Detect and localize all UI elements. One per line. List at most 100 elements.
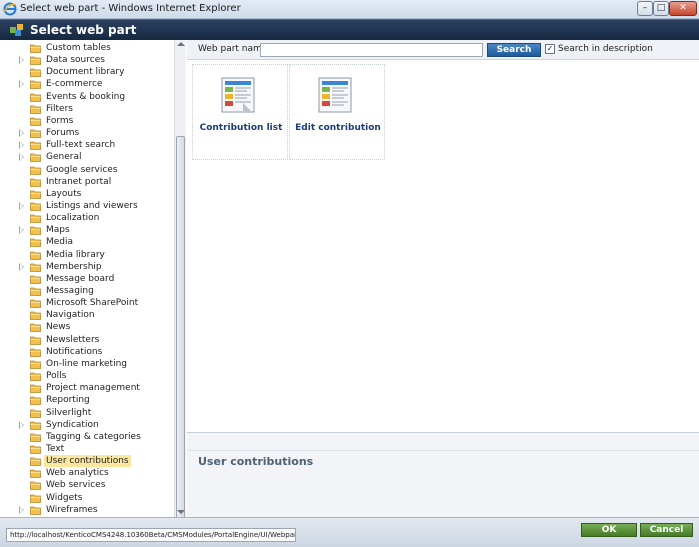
tree-item[interactable]: Navigation — [0, 310, 170, 322]
webpart-name-input[interactable] — [260, 43, 483, 57]
tree-scrollbar[interactable] — [174, 40, 186, 542]
description-divider — [187, 450, 699, 451]
scroll-thumb[interactable] — [176, 136, 185, 542]
tree-item-label: Notifications — [46, 346, 103, 357]
folder-icon — [30, 359, 41, 369]
tree-item-label: E-commerce — [46, 79, 103, 90]
cancel-button[interactable]: Cancel — [640, 523, 693, 537]
minimize-button[interactable]: – — [637, 1, 653, 16]
folder-icon — [30, 432, 41, 442]
expand-arrow-icon[interactable] — [19, 153, 24, 162]
folder-icon — [30, 55, 41, 66]
folder-icon — [30, 165, 41, 175]
tree-item[interactable]: Web services — [0, 480, 170, 492]
folder-icon — [30, 468, 41, 479]
tree-item[interactable]: Tagging & categories — [0, 432, 170, 444]
folder-icon — [30, 493, 41, 503]
folder-icon — [30, 189, 41, 199]
folder-icon — [30, 201, 41, 211]
tree-item-label: Document library — [46, 67, 125, 78]
expand-arrow-icon[interactable] — [19, 505, 24, 514]
window-titlebar: Select web part - Windows Internet Explo… — [0, 0, 699, 19]
category-tree: Custom tables Data sources Document librar… — [0, 40, 186, 517]
tree-item-label: Widgets — [46, 492, 83, 503]
folder-icon — [30, 140, 41, 151]
expand-arrow-icon[interactable] — [19, 141, 24, 150]
tree-item[interactable]: On-line marketing — [0, 359, 170, 371]
tree-item-label: Localization — [46, 213, 100, 224]
tree-item[interactable]: Maps — [0, 225, 170, 237]
tree-item[interactable]: Events & booking — [0, 92, 170, 104]
tree-item-label: Syndication — [46, 419, 99, 430]
tree-item[interactable]: Filters — [0, 104, 170, 116]
tree-item[interactable]: Full-text search — [0, 140, 170, 152]
window-title: Select web part - Windows Internet Explo… — [20, 3, 241, 14]
folder-icon — [30, 104, 41, 114]
expand-arrow-icon[interactable] — [19, 420, 24, 429]
folder-icon — [30, 395, 41, 406]
folder-icon — [30, 310, 41, 321]
expand-arrow-icon[interactable] — [19, 201, 24, 210]
folder-icon — [30, 152, 41, 163]
tree-item-label: Wireframes — [46, 504, 98, 515]
folder-icon — [30, 480, 41, 491]
description-panel: User contributions — [187, 432, 699, 517]
webpart-tile-edit-contribution[interactable]: Edit contribution — [289, 64, 385, 160]
scroll-up-arrow-icon[interactable] — [177, 42, 185, 46]
tree-item[interactable]: Forms — [0, 116, 170, 128]
tree-item[interactable]: Wireframes — [0, 505, 170, 517]
tree-item-label: On-line marketing — [46, 358, 127, 369]
folder-icon — [30, 371, 41, 381]
tree-item-label: Layouts — [46, 188, 82, 199]
expand-arrow-icon[interactable] — [19, 129, 24, 138]
search-button[interactable]: Search — [487, 43, 541, 57]
tree-item-label: Maps — [46, 225, 70, 236]
description-title: User contributions — [198, 455, 314, 468]
folder-icon — [30, 322, 41, 333]
tree-item-label: Membership — [46, 261, 102, 272]
maximize-button[interactable]: □ — [653, 1, 669, 16]
webpart-content: Web part name: Search ✓ Search in descri… — [187, 40, 699, 517]
ok-button[interactable]: OK — [581, 523, 637, 537]
web-part-icon — [10, 24, 23, 36]
expand-arrow-icon[interactable] — [19, 262, 24, 271]
folder-icon — [30, 347, 41, 357]
folder-icon — [30, 128, 41, 138]
folder-icon — [30, 286, 41, 296]
tree-item[interactable]: Localization — [0, 213, 170, 225]
edit-contribution-icon — [318, 77, 352, 113]
tree-item-label: Polls — [46, 371, 67, 382]
expand-arrow-icon[interactable] — [19, 80, 24, 89]
folder-icon — [30, 298, 41, 309]
folder-icon — [30, 67, 41, 78]
tree-item-label: Project management — [46, 383, 140, 394]
scroll-down-arrow-icon[interactable] — [177, 510, 185, 514]
tree-item-label: Google services — [46, 164, 118, 175]
tree-item[interactable]: Intranet portal — [0, 177, 170, 189]
folder-icon — [30, 92, 41, 102]
status-url: http://localhost/KenticoCMS4248.10360Bet… — [6, 528, 296, 542]
search-in-description-label[interactable]: Search in description — [558, 44, 653, 54]
tree-item-label: Web analytics — [46, 468, 109, 479]
expand-arrow-icon[interactable] — [19, 56, 24, 65]
search-bar: Web part name: Search ✓ Search in descri… — [187, 40, 699, 60]
dialog-footer: http://localhost/KenticoCMS4248.10360Bet… — [0, 517, 699, 547]
close-button[interactable]: ✕ — [669, 1, 697, 16]
tree-item-label: News — [46, 322, 71, 333]
tree-item-label: Newsletters — [46, 334, 100, 345]
webpart-grid: Contribution list Edit contribution — [187, 61, 699, 432]
folder-icon — [30, 262, 41, 272]
tree-item-label: Silverlight — [46, 407, 92, 418]
tree-item-label: Text — [46, 443, 65, 454]
dialog-title: Select web part — [30, 23, 137, 37]
tree-item-label: General — [46, 152, 82, 163]
search-in-description-checkbox[interactable]: ✓ — [545, 44, 555, 54]
tree-item-label: Messaging — [46, 286, 94, 296]
contribution-list-icon — [221, 77, 255, 113]
folder-icon — [30, 177, 41, 187]
tree-item-label: Web services — [46, 480, 106, 491]
expand-arrow-icon[interactable] — [19, 226, 24, 235]
dialog-header: Select web part — [0, 19, 699, 40]
folder-icon — [30, 225, 41, 236]
webpart-tile-contribution-list[interactable]: Contribution list — [192, 64, 288, 160]
